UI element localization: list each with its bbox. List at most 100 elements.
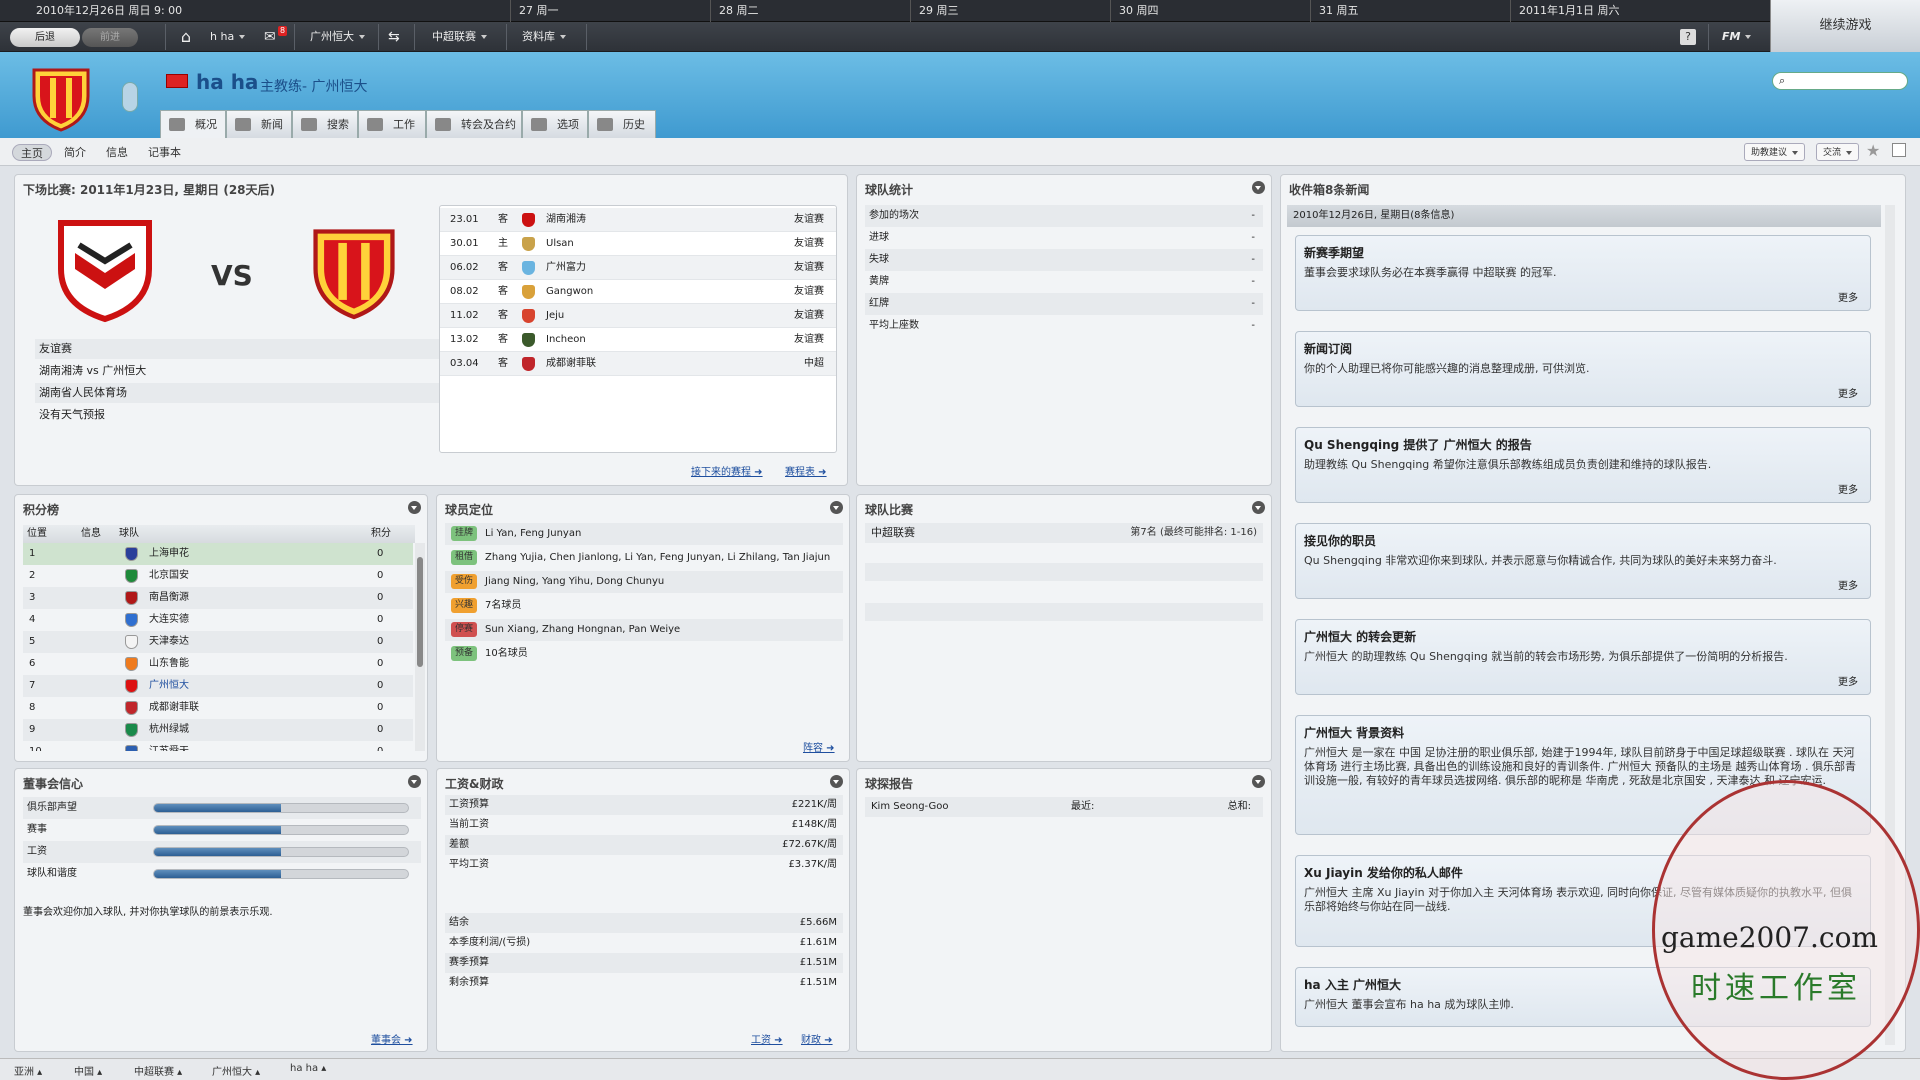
day-cell[interactable]: 30 周四 xyxy=(1110,0,1310,22)
board-link[interactable]: 董事会 xyxy=(371,1031,413,1046)
subtab-profile[interactable]: 简介 xyxy=(56,144,94,161)
table-row[interactable]: 3 南昌衡源 0 xyxy=(23,587,413,609)
panel-menu-icon[interactable] xyxy=(830,775,843,788)
user-menu[interactable]: h ha xyxy=(210,22,246,52)
fixture-row[interactable]: 08.02 客 Gangwon 友谊赛 xyxy=(440,280,836,304)
continue-button[interactable]: 继续游戏 xyxy=(1770,0,1920,52)
note-add-icon[interactable] xyxy=(1892,143,1906,157)
search-input[interactable]: ⌕ xyxy=(1772,72,1908,90)
news-more-link[interactable]: 更多 xyxy=(1838,577,1858,592)
league-menu[interactable]: 中超联赛 xyxy=(432,22,487,52)
wages-link[interactable]: 工资 xyxy=(751,1031,783,1046)
fixture-row[interactable]: 30.01 主 Ulsan 友谊赛 xyxy=(440,232,836,256)
swap-icon[interactable]: ⇆ xyxy=(388,22,400,52)
col-header[interactable]: 位置 xyxy=(27,525,47,543)
fixture-row[interactable]: 03.04 客 成都谢菲联 中超 xyxy=(440,352,836,376)
upcoming-fixtures-link[interactable]: 接下来的赛程 xyxy=(691,463,763,478)
tab-overview[interactable]: 概况 xyxy=(160,110,226,138)
news-item[interactable]: Qu Shengqing 提供了 广州恒大 的报告 助理教练 Qu Shengqi… xyxy=(1295,427,1871,503)
help-icon[interactable]: ? xyxy=(1680,29,1696,45)
panel-menu-icon[interactable] xyxy=(408,775,421,788)
table-row[interactable]: 7 广州恒大 0 xyxy=(23,675,413,697)
day-cell[interactable]: 31 周五 xyxy=(1310,0,1510,22)
panel-menu-icon[interactable] xyxy=(1252,501,1265,514)
breadcrumb-item[interactable]: ha ha ▴ xyxy=(290,1063,326,1074)
col-header[interactable]: 球队 xyxy=(119,525,139,543)
day-cell[interactable]: 28 周二 xyxy=(710,0,910,22)
fixtures-link[interactable]: 赛程表 xyxy=(785,463,827,478)
tab-transfers[interactable]: 转会及合约 xyxy=(426,110,522,138)
advice-button[interactable]: 助教建议 xyxy=(1744,143,1806,161)
news-item[interactable]: 接见你的职员 Qu Shengqing 非常欢迎你来到球队, 并表示愿意与你精诚合… xyxy=(1295,523,1871,599)
tab-options[interactable]: 选项 xyxy=(522,110,588,138)
database-menu[interactable]: 资料库 xyxy=(522,22,566,52)
finances-link[interactable]: 财政 xyxy=(801,1031,833,1046)
fm-menu[interactable]: FM xyxy=(1722,22,1752,52)
forward-button[interactable]: 前进 xyxy=(82,28,138,47)
day-cell[interactable]: 29 周三 xyxy=(910,0,1110,22)
breadcrumb-item[interactable]: 亚洲 ▴ xyxy=(14,1063,42,1078)
tab-job[interactable]: 工作 xyxy=(358,110,426,138)
date-bar: 2010年12月26日 周日 9: 00 27 周一 28 周二 29 周三 3… xyxy=(0,0,1770,22)
col-header[interactable]: 积分 xyxy=(371,525,391,543)
back-button[interactable]: 后退 xyxy=(10,28,80,47)
star-icon[interactable]: ★ xyxy=(1866,141,1880,160)
scout-row[interactable]: Kim Seong-Goo 最近: 总和: xyxy=(865,797,1263,817)
news-body: Qu Shengqing 非常欢迎你来到球队, 并表示愿意与你精诚合作, 共同为… xyxy=(1304,554,1777,567)
fixture-row[interactable]: 06.02 客 广州富力 友谊赛 xyxy=(440,256,836,280)
news-more-link[interactable]: 更多 xyxy=(1838,289,1858,304)
news-item[interactable]: 新赛季期望 董事会要求球队务必在本赛季赢得 中超联赛 的冠军. 更多 xyxy=(1295,235,1871,311)
squad-status-row[interactable]: 受伤 Jiang Ning, Yang Yihu, Dong Chunyu xyxy=(445,571,843,593)
tab-search[interactable]: 搜索 xyxy=(292,110,358,138)
squad-link[interactable]: 阵容 xyxy=(803,739,835,754)
squad-status-row[interactable]: 挂牌 Li Yan, Feng Junyan xyxy=(445,523,843,545)
squad-status-row[interactable]: 租借 Zhang Yujia, Chen Jianlong, Li Yan, Fe… xyxy=(445,547,843,569)
tab-history[interactable]: 历史 xyxy=(588,110,656,138)
col-header[interactable]: 信息 xyxy=(81,525,101,543)
team-crest-icon xyxy=(522,333,535,347)
squad-status-row[interactable]: 预备 10名球员 xyxy=(445,643,843,665)
table-row[interactable]: 8 成都谢菲联 0 xyxy=(23,697,413,719)
table-row[interactable]: 4 大连实德 0 xyxy=(23,609,413,631)
news-item[interactable]: 广州恒大 的转会更新 广州恒大 的助理教练 Qu Shengqing 就当前的转会… xyxy=(1295,619,1871,695)
panel-menu-icon[interactable] xyxy=(1252,181,1265,194)
day-cell[interactable]: 27 周一 xyxy=(510,0,710,22)
team-points: 0 xyxy=(377,614,384,625)
squad-status-row[interactable]: 停赛 Sun Xiang, Zhang Hongnan, Pan Weiye xyxy=(445,619,843,641)
prev-next-stepper[interactable] xyxy=(122,82,138,112)
news-more-link[interactable]: 更多 xyxy=(1838,385,1858,400)
subtab-notebook[interactable]: 记事本 xyxy=(140,144,189,161)
fixture-row[interactable]: 13.02 客 Incheon 友谊赛 xyxy=(440,328,836,352)
nav-row: 后退 前进 ⌂ h ha ✉ 8 广州恒大 ⇆ 中超联赛 资料库 ? FM xyxy=(0,22,1770,52)
table-row[interactable]: 2 北京国安 0 xyxy=(23,565,413,587)
table-row[interactable]: 6 山东鲁能 0 xyxy=(23,653,413,675)
fixture-row[interactable]: 23.01 客 湖南湘涛 友谊赛 xyxy=(440,208,836,232)
table-row[interactable]: 1 上海申花 0 xyxy=(23,543,413,565)
tab-news[interactable]: 新闻 xyxy=(226,110,292,138)
mail-icon[interactable]: ✉ 8 xyxy=(264,22,288,52)
table-row[interactable]: 5 天津泰达 0 xyxy=(23,631,413,653)
panel-menu-icon[interactable] xyxy=(1252,775,1265,788)
breadcrumb-item[interactable]: 中国 ▴ xyxy=(74,1063,102,1078)
panel-menu-icon[interactable] xyxy=(830,501,843,514)
breadcrumb-item[interactable]: 中超联赛 ▴ xyxy=(134,1063,182,1078)
news-more-link[interactable]: 更多 xyxy=(1838,673,1858,688)
day-cell[interactable]: 2011年1月1日 周六 xyxy=(1510,0,1770,22)
league-scrollbar[interactable] xyxy=(415,543,425,751)
news-more-link[interactable]: 更多 xyxy=(1838,481,1858,496)
news-title: 新赛季期望 xyxy=(1304,246,1365,260)
home-icon[interactable]: ⌂ xyxy=(176,22,196,52)
team-menu[interactable]: 广州恒大 xyxy=(310,22,365,52)
squad-status-row[interactable]: 兴趣 7名球员 xyxy=(445,595,843,617)
table-row[interactable]: 9 杭州绿城 0 xyxy=(23,719,413,741)
table-row[interactable]: 10 江苏舜天 0 xyxy=(23,741,413,751)
competition-row[interactable]: 中超联赛 第7名 (最终可能排名: 1-16) xyxy=(865,523,1263,543)
subtab-home[interactable]: 主页 xyxy=(12,144,52,161)
exchange-button[interactable]: 交流 xyxy=(1816,143,1860,161)
panel-menu-icon[interactable] xyxy=(408,501,421,514)
fixture-row[interactable]: 11.02 客 Jeju 友谊赛 xyxy=(440,304,836,328)
news-item[interactable]: 新闻订阅 你的个人助理已将你可能感兴趣的消息整理成册, 可供浏览. 更多 xyxy=(1295,331,1871,407)
breadcrumb-item[interactable]: 广州恒大 ▴ xyxy=(212,1063,260,1078)
news-title: Xu Jiayin 发给你的私人邮件 xyxy=(1304,866,1463,880)
subtab-info[interactable]: 信息 xyxy=(98,144,136,161)
